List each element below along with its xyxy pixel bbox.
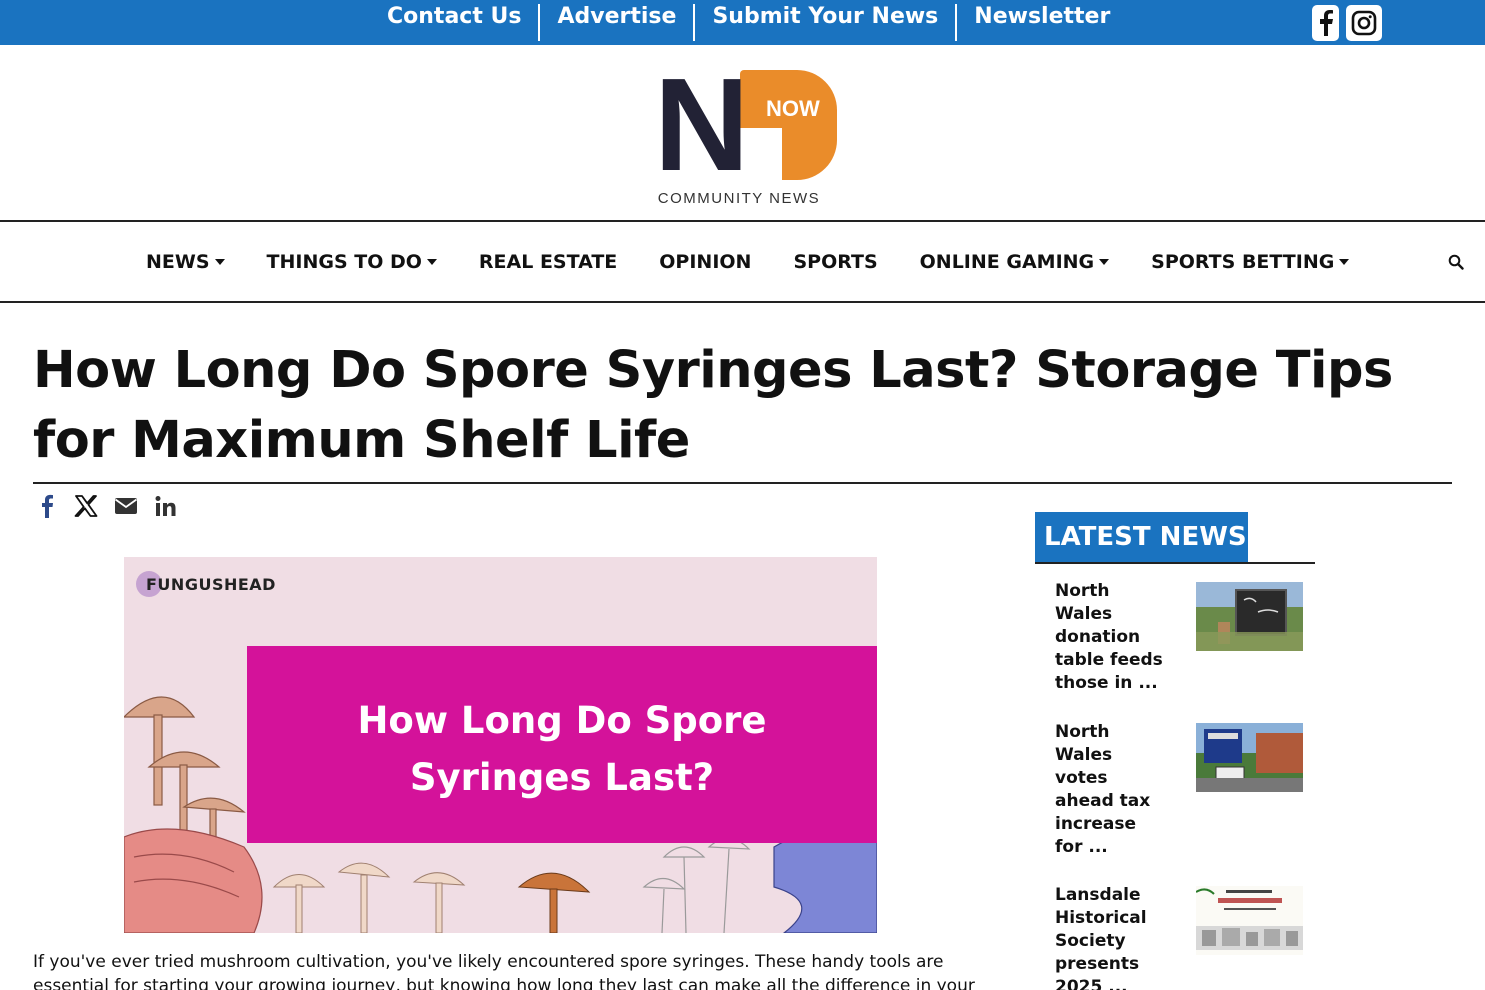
advertise-link[interactable]: Advertise (540, 0, 693, 40)
hero-brand: FUNGUSHEAD (146, 575, 276, 594)
x-icon[interactable] (74, 494, 98, 518)
chevron-down-icon (1099, 258, 1110, 265)
news-item-title[interactable]: North Wales donation table feeds those i… (1055, 580, 1165, 695)
nav-sports-label: SPORTS (793, 250, 878, 273)
nav-online-gaming-label: ONLINE GAMING (919, 250, 1095, 273)
site-logo[interactable]: N NOW COMMUNITY NEWS (644, 58, 844, 218)
chevron-down-icon (214, 258, 225, 265)
submit-news-link[interactable]: Submit Your News (695, 0, 955, 40)
nav-opinion-label: OPINION (659, 250, 752, 273)
sidebar-divider (1035, 562, 1315, 564)
news-thumbnail[interactable] (1196, 886, 1303, 955)
logo-p-cutout (740, 128, 782, 180)
nav-sports-betting[interactable]: SPORTS BETTING (1151, 250, 1350, 273)
instagram-icon[interactable] (1346, 5, 1382, 41)
news-thumbnail[interactable] (1196, 582, 1303, 651)
latest-news-heading: LATEST NEWS (1035, 512, 1248, 564)
facebook-icon[interactable] (36, 494, 58, 518)
top-bar: Contact Us Advertise Submit Your News Ne… (0, 0, 1485, 45)
nav-things-to-do-label: THINGS TO DO (266, 250, 422, 273)
nav-opinion[interactable]: OPINION (659, 251, 751, 273)
hero-line-1: How Long Do Spore (357, 699, 767, 742)
logo-letter-n: N (654, 51, 749, 198)
title-divider (33, 482, 1452, 484)
chevron-down-icon (426, 258, 437, 265)
newsletter-link[interactable]: Newsletter (957, 0, 1127, 40)
nav-real-estate-label: REAL ESTATE (478, 250, 618, 273)
hero-banner: How Long Do Spore Syringes Last? (247, 646, 877, 843)
nav-news[interactable]: NEWS (146, 251, 225, 273)
chevron-down-icon (1339, 258, 1350, 265)
news-item-title[interactable]: North Wales votes ahead tax increase for… (1055, 721, 1165, 859)
nav-online-gaming[interactable]: ONLINE GAMING (920, 251, 1110, 273)
nav-sports-betting-label: SPORTS BETTING (1151, 250, 1335, 273)
news-item-title[interactable]: Lansdale Historical Society presents 202… (1055, 884, 1165, 990)
hero-image: FUNGUSHEAD How Long Do Spore Syringes La… (124, 557, 877, 933)
linkedin-icon[interactable] (154, 494, 176, 518)
article-intro: If you've ever tried mushroom cultivatio… (33, 952, 975, 990)
share-bar (36, 494, 192, 518)
hero-line-2: Syringes Last? (409, 756, 715, 799)
email-icon[interactable] (114, 494, 138, 518)
article-title: How Long Do Spore Syringes Last? Storage… (33, 341, 1393, 470)
contact-us-link[interactable]: Contact Us (370, 0, 538, 40)
hero-headline: How Long Do Spore Syringes Last? (247, 692, 877, 806)
facebook-icon[interactable] (1312, 5, 1339, 41)
nav-sports[interactable]: SPORTS (793, 251, 877, 273)
top-links: Contact Us Advertise Submit Your News Ne… (370, 0, 1127, 45)
main-nav: NEWS THINGS TO DO REAL ESTATE OPINION SP… (0, 220, 1485, 303)
search-icon[interactable] (1448, 254, 1464, 274)
logo-badge: NOW (766, 96, 820, 121)
nav-real-estate[interactable]: REAL ESTATE (479, 251, 617, 273)
nav-news-label: NEWS (146, 250, 210, 273)
news-thumbnail[interactable] (1196, 723, 1303, 792)
logo-subtitle: COMMUNITY NEWS (657, 190, 821, 207)
nav-things-to-do[interactable]: THINGS TO DO (267, 251, 437, 273)
